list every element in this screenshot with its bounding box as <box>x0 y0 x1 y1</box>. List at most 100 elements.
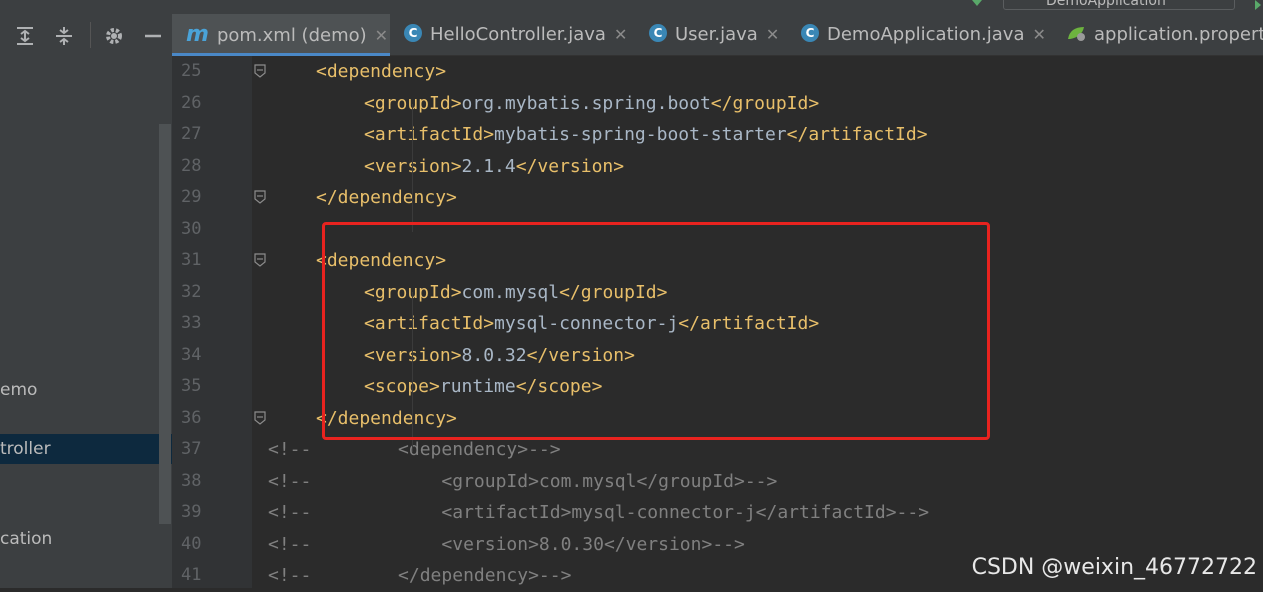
minimize-icon[interactable] <box>141 24 165 48</box>
class-icon: C <box>649 24 667 42</box>
close-icon[interactable]: ✕ <box>766 25 779 44</box>
line-number-text: 25 <box>181 61 202 81</box>
line-number-text: 26 <box>181 92 202 113</box>
xml-tag: <artifactId> <box>364 124 495 145</box>
line-number-text: 37 <box>181 439 202 459</box>
tab-hello-controller[interactable]: C HelloController.java ✕ <box>404 14 627 56</box>
gear-icon[interactable] <box>102 24 126 48</box>
tree-item-demo[interactable]: emo <box>0 375 37 405</box>
line-number: 27 <box>172 119 252 151</box>
project-panel-toolbar <box>0 14 172 56</box>
fold-marker-icon[interactable] <box>254 410 266 425</box>
tree-item-application[interactable]: cation <box>0 524 52 554</box>
build-indicator-icon[interactable] <box>972 0 982 6</box>
line-number-text: 33 <box>181 313 202 333</box>
run-config-selector[interactable]: DemoApplication <box>1003 0 1235 10</box>
code-line[interactable]: <!-- <version>8.0.30</version>--> <box>268 529 745 561</box>
xml-tag: </dependency> <box>316 187 457 208</box>
line-number: 32 <box>172 277 252 309</box>
close-icon[interactable]: ✕ <box>614 25 627 44</box>
line-number: 25 <box>172 56 252 88</box>
xml-tag: </groupId> <box>710 92 820 114</box>
line-number: 30 <box>172 214 252 246</box>
code-line[interactable]: <version>2.1.4</version> <box>364 151 624 183</box>
csdn-watermark: CSDN @weixin_46772722 <box>971 555 1257 580</box>
xml-comment: <!-- <dependency>--> <box>268 439 561 460</box>
line-number: 34 <box>172 340 252 372</box>
tab-label: User.java <box>675 24 758 45</box>
line-number-text: 28 <box>181 155 202 176</box>
line-number: 38 <box>172 466 252 498</box>
line-number: 40 <box>172 529 252 561</box>
tab-label: pom.xml (demo) <box>216 25 367 46</box>
tree-item-controller[interactable]: troller <box>0 434 172 464</box>
xml-text: mybatis-spring-boot-starter <box>494 124 787 145</box>
tab-pom-xml[interactable]: m pom.xml (demo) ✕ <box>172 14 390 56</box>
close-icon[interactable]: ✕ <box>1033 25 1046 44</box>
tab-label: HelloController.java <box>430 24 606 45</box>
line-number: 29 <box>172 182 252 214</box>
project-panel: emo troller cation <box>0 14 172 588</box>
code-line[interactable]: <groupId>org.mybatis.spring.boot</groupI… <box>364 88 819 120</box>
line-number: 28 <box>172 151 252 183</box>
code-line[interactable]: <dependency> <box>316 56 446 88</box>
line-number-text: 36 <box>181 407 202 428</box>
line-number-text: 29 <box>181 187 202 207</box>
top-toolbar: DemoApplication <box>0 0 1263 14</box>
line-number-text: 39 <box>181 502 202 522</box>
line-number: 41 <box>172 560 252 592</box>
maven-icon: m <box>186 22 209 47</box>
class-icon: C <box>404 24 422 42</box>
line-number: 35 <box>172 371 252 403</box>
line-number-text: 31 <box>181 250 202 270</box>
tab-label: application.propert <box>1094 24 1263 45</box>
tab-demo-application[interactable]: C DemoApplication.java ✕ <box>801 14 1046 56</box>
spring-class-icon: C <box>801 24 819 42</box>
xml-text: org.mybatis.spring.boot <box>461 92 711 114</box>
xml-comment: <!-- <version>8.0.30</version>--> <box>268 533 745 555</box>
xml-comment: <!-- </dependency>--> <box>268 565 572 586</box>
line-number: 26 <box>172 88 252 120</box>
fold-marker-icon[interactable] <box>254 190 266 204</box>
code-line[interactable]: <!-- <artifactId>mysql-connector-j</arti… <box>268 497 929 529</box>
close-icon[interactable]: ✕ <box>375 26 388 45</box>
code-line[interactable]: </dependency> <box>316 182 457 214</box>
line-number-text: 38 <box>181 470 202 491</box>
line-number-text: 27 <box>181 124 202 144</box>
code-line[interactable]: <artifactId>mybatis-spring-boot-starter<… <box>364 119 928 151</box>
line-number-text: 35 <box>181 376 202 396</box>
xml-tag: </artifactId> <box>786 124 928 145</box>
xml-tag: </version> <box>515 155 625 177</box>
line-number-text: 30 <box>181 218 202 239</box>
tab-label: DemoApplication.java <box>827 24 1025 45</box>
tab-user[interactable]: C User.java ✕ <box>649 14 779 56</box>
line-number: 39 <box>172 497 252 529</box>
fold-marker-icon[interactable] <box>254 253 266 267</box>
xml-text: 2.1.4 <box>461 155 516 177</box>
xml-tag: <dependency> <box>316 61 447 82</box>
xml-comment: <!-- <artifactId>mysql-connector-j</arti… <box>268 502 930 523</box>
editor-tab-bar: m pom.xml (demo) ✕ C HelloController.java ✕ … <box>172 14 1263 56</box>
line-number-text: 41 <box>181 565 202 585</box>
collapse-all-icon[interactable] <box>52 24 76 48</box>
line-number-text: 40 <box>181 533 202 554</box>
xml-comment: <!-- <groupId>com.mysql</groupId>--> <box>268 470 778 492</box>
toolbar-separator <box>90 22 91 48</box>
spring-properties-icon <box>1068 27 1085 41</box>
code-line[interactable]: <!-- <groupId>com.mysql</groupId>--> <box>268 466 777 498</box>
indent-guide <box>412 104 413 232</box>
highlight-box <box>322 222 990 440</box>
tab-application-properties[interactable]: application.propert <box>1066 14 1263 56</box>
fold-marker-icon[interactable] <box>254 64 266 78</box>
code-line[interactable]: <!-- </dependency>--> <box>268 560 571 592</box>
line-number-text: 32 <box>181 281 202 302</box>
line-number: 31 <box>172 245 252 277</box>
project-scrollbar[interactable] <box>159 124 171 524</box>
line-number: 33 <box>172 308 252 340</box>
line-number: 36 <box>172 403 252 435</box>
run-icon[interactable] <box>1255 0 1261 10</box>
line-number-gutter: 25 26 27 28 29 30 31 32 33 34 35 36 37 38 39 40 41 <box>172 56 252 588</box>
expand-all-icon[interactable] <box>13 24 37 48</box>
line-number: 37 <box>172 434 252 466</box>
line-number-text: 34 <box>181 344 202 365</box>
